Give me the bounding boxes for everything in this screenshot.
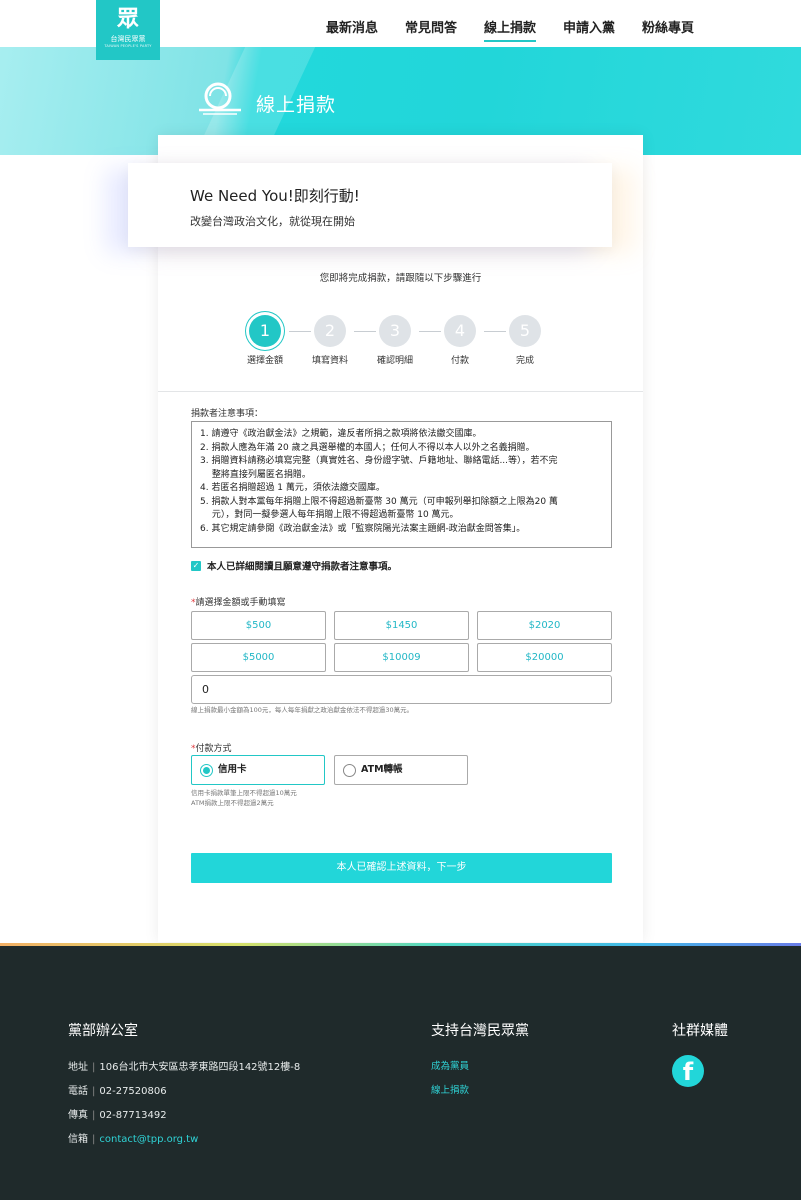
payment-note-credit: 信用卡捐款單筆上限不得超過10萬元 xyxy=(191,789,297,797)
amount-note: 線上捐款最小金額為100元，每人每年捐獻之政治獻金依法不得超過30萬元。 xyxy=(191,706,414,714)
payment-note-atm: ATM捐款上限不得超過2萬元 xyxy=(191,799,274,807)
footer-support-title: 支持台灣民眾黨 xyxy=(431,1023,529,1039)
notice-line: 整將直接列屬匿名捐贈。 xyxy=(200,469,311,480)
amount-option-10009[interactable]: $10009 xyxy=(334,643,469,672)
notice-line: 元），對同一擬參選人每年捐贈上限不得超過新臺幣 10 萬元。 xyxy=(200,510,459,520)
address-value: 106台北市大安區忠孝東路四段142號12樓-8 xyxy=(99,1062,301,1073)
payment-option-atm[interactable]: ATM轉帳 xyxy=(334,755,468,785)
notice-line: 3. 捐贈資料請務必填寫完整（真實姓名、身份證字號、戶籍地址、聯絡電話...等）… xyxy=(200,456,558,466)
amount-input[interactable]: 0 xyxy=(191,675,612,704)
agree-label: 本人已詳細閱讀且願意遵守捐款者注意事項。 xyxy=(207,561,398,573)
hero-title: We Need You!即刻行動! xyxy=(190,187,360,205)
step-2-circle: 2 xyxy=(314,315,346,347)
footer-office-title: 黨部辦公室 xyxy=(68,1023,138,1039)
amount-option-2020[interactable]: $2020 xyxy=(477,611,612,640)
notice-textbox[interactable]: 1. 請遵守《政治獻金法》之規範，違反者所捐之款項將依法繳交國庫。 2. 捐款人… xyxy=(191,421,612,548)
payment-option-label: ATM轉帳 xyxy=(361,764,403,775)
step-3-label: 確認明細 xyxy=(376,356,413,366)
step-connector xyxy=(419,331,441,332)
notice-line: 1. 請遵守《政治獻金法》之規範，違反者所捐之款項將依法繳交國庫。 xyxy=(200,429,482,439)
phone-value: 02-27520806 xyxy=(99,1086,167,1097)
site-header: 眾 台灣民眾黨 TAIWAN PEOPLE'S PARTY 最新消息 常見問答 … xyxy=(0,0,801,60)
footer-address: 地址 | 106台北市大安區忠孝東路四段142號12樓-8 xyxy=(68,1062,301,1073)
step-connector xyxy=(354,331,376,332)
fax-value: 02-87713492 xyxy=(99,1110,167,1121)
payment-label-text: 付款方式 xyxy=(195,744,232,754)
donate-coin-icon xyxy=(199,82,241,115)
amount-option-1450[interactable]: $1450 xyxy=(334,611,469,640)
fax-label: 傳真 xyxy=(68,1110,88,1121)
amount-option-5000[interactable]: $5000 xyxy=(191,643,326,672)
notice-line: 5. 捐款人對本黨每年捐贈上限不得超過新臺幣 30 萬元（可申報列舉扣除額之上限… xyxy=(200,496,558,507)
hero-box: We Need You!即刻行動! 改變台灣政治文化，就從現在開始 xyxy=(128,163,612,247)
step-connector xyxy=(289,331,311,332)
nav-item-fanpage[interactable]: 粉絲專頁 xyxy=(642,17,694,36)
footer-social-title: 社群媒體 xyxy=(672,1023,728,1039)
radio-selected-icon xyxy=(200,764,213,777)
step-4-circle: 4 xyxy=(444,315,476,347)
nav-item-faq[interactable]: 常見問答 xyxy=(405,17,457,36)
notice-line: 4. 若匿名捐贈超過 1 萬元，須依法繳交國庫。 xyxy=(200,483,385,493)
step-indicator: 1 2 3 4 5 選擇金額 填寫資料 確認明細 付款 完成 xyxy=(158,314,643,374)
site-footer: 黨部辦公室 地址 | 106台北市大安區忠孝東路四段142號12樓-8 電話 | 02-… xyxy=(0,946,801,1200)
amount-option-500[interactable]: $500 xyxy=(191,611,326,640)
notice-line: 2. 捐款人應為年滿 20 歲之具選舉權的本國人；任何人不得以本人以外之名義捐贈… xyxy=(200,442,535,453)
next-step-button[interactable]: 本人已確認上述資料，下一步 xyxy=(191,853,612,883)
payment-label: *付款方式 xyxy=(191,744,232,754)
logo-subtitle: TAIWAN PEOPLE'S PARTY xyxy=(104,44,152,48)
agree-checkbox[interactable]: ✓ xyxy=(191,560,201,571)
nav-item-join[interactable]: 申請入黨 xyxy=(563,17,615,36)
step-3-circle: 3 xyxy=(379,315,411,347)
footer-email: 信箱 | contact@tpp.org.tw xyxy=(68,1134,199,1145)
step-2-label: 填寫資料 xyxy=(311,356,348,366)
section-divider xyxy=(158,391,643,392)
radio-unselected-icon xyxy=(343,764,356,777)
hero-subtitle: 改變台灣政治文化，就從現在開始 xyxy=(190,215,355,228)
page-title: 線上捐款 xyxy=(256,94,337,116)
notice-label: 捐款者注意事項： xyxy=(191,409,264,419)
email-label: 信箱 xyxy=(68,1134,88,1145)
step-4-label: 付款 xyxy=(450,356,469,366)
step-1-circle: 1 xyxy=(249,315,281,347)
footer-fax: 傳真 | 02-87713492 xyxy=(68,1110,167,1121)
amount-label: *請選擇金額或手動填寫 xyxy=(191,598,286,608)
payment-option-credit-card[interactable]: 信用卡 xyxy=(191,755,325,785)
footer-phone: 電話 | 02-27520806 xyxy=(68,1086,167,1097)
nav-item-news[interactable]: 最新消息 xyxy=(326,17,378,36)
step-connector xyxy=(484,331,506,332)
payment-option-label: 信用卡 xyxy=(218,764,247,775)
step-1-label: 選擇金額 xyxy=(246,356,283,366)
main-nav: 最新消息 常見問答 線上捐款 申請入黨 粉絲專頁 xyxy=(0,17,801,42)
agree-row: ✓ 本人已詳細閱讀且願意遵守捐款者注意事項。 xyxy=(191,555,397,573)
step-5-label: 完成 xyxy=(515,356,534,366)
phone-label: 電話 xyxy=(68,1086,88,1097)
footer-link-donate[interactable]: 線上捐款 xyxy=(431,1082,469,1096)
notice-line: 6. 其它規定請參閱《政治獻金法》或「監察院陽光法案主題網-政治獻金問答集」。 xyxy=(200,523,526,534)
amount-option-20000[interactable]: $20000 xyxy=(477,643,612,672)
step-5-circle: 5 xyxy=(509,315,541,347)
facebook-icon[interactable]: f xyxy=(672,1055,704,1087)
address-label: 地址 xyxy=(68,1062,88,1073)
email-link[interactable]: contact@tpp.org.tw xyxy=(99,1134,198,1145)
nav-item-donate[interactable]: 線上捐款 xyxy=(484,17,537,42)
amount-label-text: 請選擇金額或手動填寫 xyxy=(195,598,286,608)
intro-text: 您即將完成捐款，請跟隨以下步驟進行 xyxy=(319,273,482,284)
footer-link-become-member[interactable]: 成為黨員 xyxy=(431,1058,469,1072)
